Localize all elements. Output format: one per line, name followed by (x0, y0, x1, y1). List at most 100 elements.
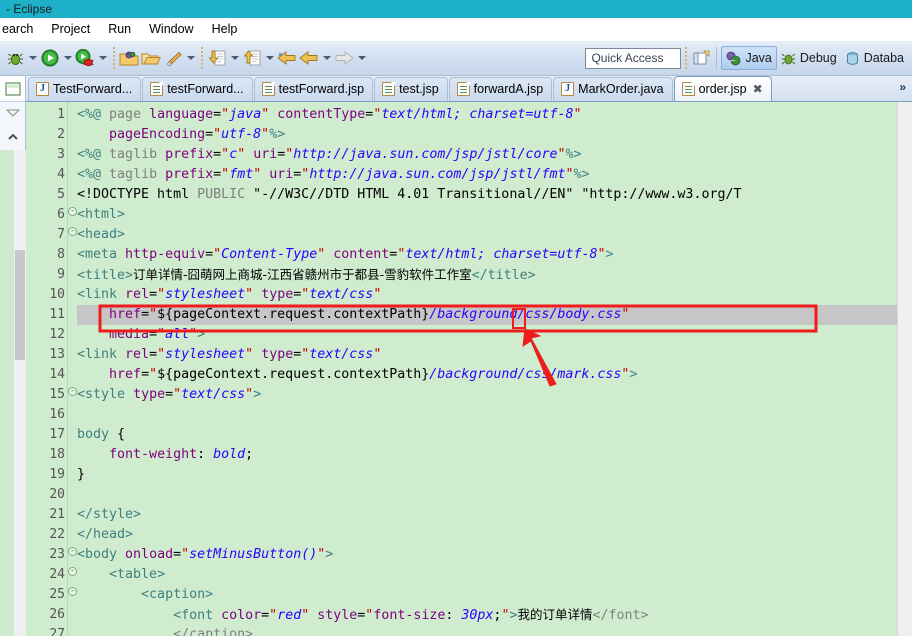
editor-tabbar: J TestForward... testForward... testForw… (26, 76, 912, 102)
debug-run-dropdown-arrow[interactable] (96, 47, 109, 69)
perspective-database[interactable]: Databa (841, 46, 908, 70)
tab-order-jsp[interactable]: order.jsp ✖ (673, 76, 772, 101)
fold-toggle-icon[interactable]: - (68, 202, 77, 222)
editor-vertical-scrollbar-left[interactable] (14, 150, 26, 636)
forward-dropdown-arrow[interactable] (355, 47, 368, 69)
menu-item-help[interactable]: Help (203, 20, 247, 38)
quick-access-input[interactable]: Quick Access (585, 47, 682, 69)
jsp-file-icon (261, 82, 275, 97)
package-explorer-icon[interactable] (0, 76, 25, 102)
left-accent-strip (0, 150, 14, 636)
line-number: 12 (49, 326, 65, 342)
menu-item-window[interactable]: Window (140, 20, 202, 38)
code-line[interactable]: <font color="red" style="font-size: 30px… (77, 605, 897, 625)
code-line[interactable]: <title>订单详情-囧萌网上商城-江西省赣州市于都县-雪豹软件工作室</ti… (77, 265, 897, 285)
perspective-java[interactable]: Java (721, 46, 777, 70)
run-icon[interactable] (39, 47, 61, 69)
debug-run-icon[interactable] (74, 47, 96, 69)
new-java-package-icon[interactable] (118, 47, 140, 69)
code-line[interactable] (77, 485, 897, 505)
fold-toggle-icon[interactable]: - (68, 562, 77, 582)
tab-test-jsp[interactable]: test.jsp (374, 76, 448, 101)
fold-toggle-icon[interactable]: - (68, 382, 77, 402)
open-folder-icon[interactable] (140, 47, 162, 69)
import-icon[interactable] (206, 47, 228, 69)
debug-dropdown-arrow[interactable] (26, 47, 39, 69)
tab-testforward-jsp-1[interactable]: testForward... (142, 76, 253, 101)
window-titlebar: - Eclipse (0, 0, 912, 18)
line-number: 8 (57, 246, 65, 262)
back-icon[interactable] (298, 47, 320, 69)
code-line[interactable]: <link rel="stylesheet" type="text/css" (77, 345, 897, 365)
close-icon[interactable]: ✖ (753, 82, 763, 96)
code-line[interactable]: </style> (77, 505, 897, 525)
menu-item-run[interactable]: Run (99, 20, 140, 38)
minimize-view-icon[interactable] (0, 102, 25, 124)
code-line[interactable]: pageEncoding="utf-8"%> (77, 125, 897, 145)
code-line[interactable]: <meta http-equiv="Content-Type" content=… (77, 245, 897, 265)
code-line[interactable]: <link rel="stylesheet" type="text/css" (77, 285, 897, 305)
tab-overflow-chevron-icon[interactable]: » (895, 78, 910, 96)
code-line[interactable]: <body onload="setMinusButton()"> (77, 545, 897, 565)
code-line[interactable] (77, 405, 897, 425)
code-line[interactable]: <!DOCTYPE html PUBLIC "-//W3C//DTD HTML … (77, 185, 897, 205)
back-history-icon[interactable] (276, 47, 298, 69)
annotation-ruler[interactable] (26, 101, 34, 636)
code-line[interactable]: href="${pageContext.request.contextPath}… (77, 304, 897, 325)
import-dropdown-arrow[interactable] (228, 47, 241, 69)
code-line[interactable]: href="${pageContext.request.contextPath}… (77, 365, 897, 385)
code-line[interactable]: <%@ taglib prefix="c" uri="http://java.s… (77, 145, 897, 165)
debug-bug-icon[interactable] (4, 47, 26, 69)
code-editor[interactable]: 1 2 3 4 5 6 7 8 9 10 11 12 13 14 15 16 17 18 19 20 21 22 23 24 2… (26, 101, 912, 636)
code-line[interactable]: <head> (77, 225, 897, 245)
editor-vertical-scrollbar-right[interactable] (897, 101, 912, 636)
fold-toggle-icon[interactable]: - (68, 542, 77, 562)
code-line[interactable]: <html> (77, 205, 897, 225)
perspective-debug[interactable]: Debug (777, 46, 841, 70)
code-line[interactable]: <style type="text/css"> (77, 385, 897, 405)
line-number: 24 (49, 566, 65, 582)
scrollbar-thumb[interactable] (15, 250, 25, 360)
code-line[interactable]: <%@ taglib prefix="fmt" uri="http://java… (77, 165, 897, 185)
tab-testforward-jsp-2[interactable]: testForward.jsp (253, 76, 374, 101)
java-perspective-icon (727, 51, 741, 65)
tab-markorder-java[interactable]: J MarkOrder.java (553, 76, 673, 101)
tab-forwarda-jsp[interactable]: forwardA.jsp (448, 76, 553, 101)
menu-item-project[interactable]: Project (42, 20, 99, 38)
java-file-icon: J (36, 82, 49, 97)
line-number: 18 (49, 446, 65, 462)
tab-testforward-java[interactable]: J TestForward... (28, 76, 142, 101)
code-line[interactable]: <%@ page language="java" contentType="te… (77, 105, 897, 125)
code-line[interactable]: <caption> (77, 585, 897, 605)
jsp-file-icon (681, 81, 695, 96)
folding-ruler[interactable]: ------ (68, 101, 77, 636)
line-number: 6 (57, 206, 65, 222)
perspective-debug-label: Debug (799, 51, 837, 65)
run-dropdown-arrow[interactable] (61, 47, 74, 69)
external-tools-dropdown-arrow[interactable] (184, 47, 197, 69)
forward-icon[interactable] (333, 47, 355, 69)
menu-item-search[interactable]: earch (0, 20, 42, 38)
code-text[interactable]: <%@ page language="java" contentType="te… (77, 101, 897, 636)
code-line[interactable]: } (77, 465, 897, 485)
back-dropdown-arrow[interactable] (320, 47, 333, 69)
code-line[interactable]: </head> (77, 525, 897, 545)
code-line[interactable]: body { (77, 425, 897, 445)
open-perspective-icon[interactable] (690, 47, 712, 69)
code-line[interactable]: <table> (77, 565, 897, 585)
export-dropdown-arrow[interactable] (263, 47, 276, 69)
fold-toggle-icon[interactable]: - (68, 222, 77, 242)
external-tools-icon[interactable] (162, 47, 184, 69)
code-line[interactable]: </caption> (77, 625, 897, 636)
fold-toggle-icon[interactable]: - (68, 582, 77, 602)
code-line[interactable]: media="all"> (77, 325, 897, 345)
code-line[interactable]: font-weight: bold; (77, 445, 897, 465)
restore-view-icon[interactable] (0, 124, 25, 150)
export-icon[interactable] (241, 47, 263, 69)
